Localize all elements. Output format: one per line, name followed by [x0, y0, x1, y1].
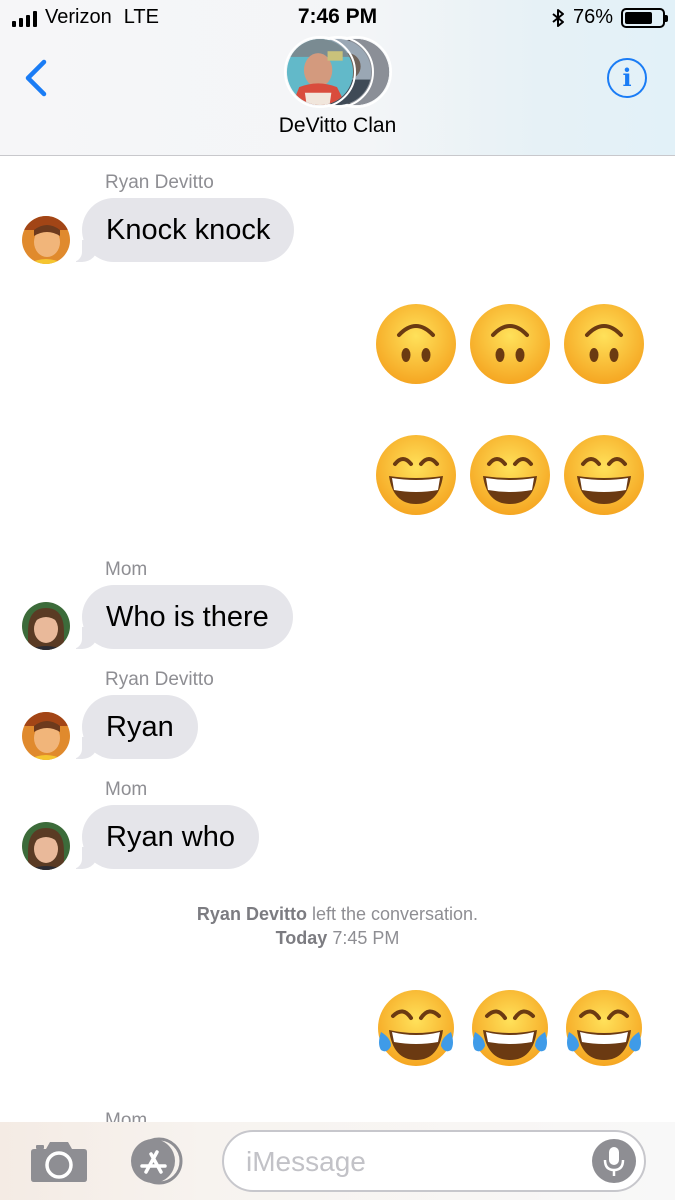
- group-avatar[interactable]: [284, 36, 394, 110]
- grinning-face-icon: [376, 435, 456, 515]
- tears-of-joy-icon: [472, 990, 548, 1066]
- message-bubble[interactable]: Who is there: [70, 585, 293, 649]
- bluetooth-icon: [552, 8, 564, 27]
- back-chevron-icon[interactable]: [22, 58, 52, 98]
- info-icon[interactable]: i: [607, 58, 647, 98]
- emoji-message[interactable]: [375, 303, 645, 385]
- microphone-icon[interactable]: [592, 1139, 636, 1183]
- avatar-mom[interactable]: [22, 822, 70, 870]
- message-bubble[interactable]: Ryan who: [70, 805, 259, 869]
- timestamp-time: 7:45 PM: [327, 928, 400, 948]
- sender-name: Ryan Devitto: [105, 172, 214, 193]
- message-bubble[interactable]: Ryan: [70, 695, 198, 759]
- status-bar: Verizon LTE 7:46 PM 76%: [0, 0, 675, 38]
- avatar-mom[interactable]: [22, 602, 70, 650]
- member-avatar-1: [284, 36, 356, 108]
- upside-down-face-icon: [470, 304, 550, 384]
- message-input-bar: [0, 1122, 675, 1200]
- avatar-ryan[interactable]: [22, 216, 70, 264]
- camera-icon[interactable]: [30, 1139, 88, 1183]
- sender-name: Mom: [105, 779, 148, 800]
- upside-down-face-icon: [564, 304, 644, 384]
- battery-percent: 76%: [572, 6, 613, 28]
- message-input[interactable]: [246, 1144, 586, 1180]
- upside-down-face-icon: [376, 304, 456, 384]
- emoji-message[interactable]: [375, 434, 645, 516]
- sender-name: Ryan Devitto: [105, 669, 214, 690]
- system-notice: Ryan Devitto left the conversation. Toda…: [0, 902, 675, 950]
- conversation-title[interactable]: DeVitto Clan: [0, 114, 675, 138]
- app-store-icon[interactable]: [125, 1137, 191, 1185]
- grinning-face-icon: [470, 435, 550, 515]
- battery-icon: [621, 7, 668, 28]
- avatar-ryan[interactable]: [22, 712, 70, 760]
- tears-of-joy-icon: [378, 990, 454, 1066]
- left-user-name: Ryan Devitto: [196, 904, 307, 924]
- imessage-field[interactable]: [222, 1130, 646, 1192]
- timestamp-day: Today: [275, 928, 328, 948]
- sender-name: Mom: [105, 559, 148, 580]
- tears-of-joy-icon: [566, 990, 642, 1066]
- left-action: left the conversation.: [306, 904, 479, 924]
- grinning-face-icon: [564, 435, 644, 515]
- emoji-message[interactable]: [375, 988, 645, 1070]
- message-bubble[interactable]: Knock knock: [69, 198, 295, 262]
